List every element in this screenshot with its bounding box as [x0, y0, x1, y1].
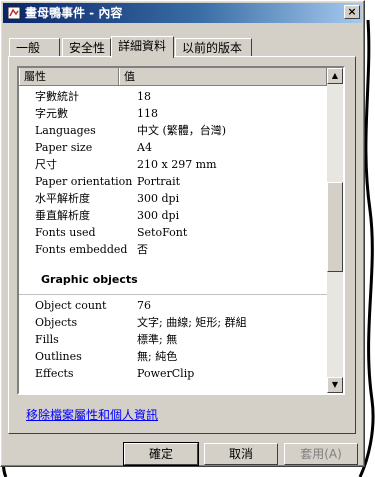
property-value: 18 [137, 90, 151, 103]
list-item[interactable]: 垂直解析度 300 dpi [19, 207, 327, 224]
tab-previous-versions[interactable]: 以前的版本 [175, 38, 252, 57]
property-name: 尺寸 [35, 158, 57, 171]
column-header-property[interactable]: 屬性 [19, 68, 119, 85]
property-value: 210 x 297 mm [137, 158, 217, 171]
section-divider [19, 294, 327, 295]
property-value: 76 [137, 299, 151, 312]
window-title: 畫母鴨事件 - 內容 [25, 6, 123, 20]
property-value: 中文 (繁體，台灣) [137, 124, 227, 137]
property-name: Fills [35, 333, 59, 346]
property-name: Effects [35, 367, 74, 380]
tab-security[interactable]: 安全性 [62, 38, 111, 57]
list-item[interactable]: Paper size A4 [19, 139, 327, 156]
title-bar[interactable]: 畫母鴨事件 - 內容 × [3, 3, 362, 23]
list-item[interactable]: Fills 標準; 無 [19, 331, 327, 348]
vertical-scrollbar[interactable]: ▲ ▼ [327, 68, 343, 393]
property-name: Fonts embedded [35, 243, 128, 256]
list-item[interactable]: 尺寸 210 x 297 mm [19, 156, 327, 173]
ok-button[interactable]: 確定 [123, 442, 199, 466]
property-name: 水平解析度 [35, 192, 90, 205]
section-heading-graphic-objects: Graphic objects [41, 273, 138, 286]
tab-details[interactable]: 詳細資料 [111, 36, 174, 58]
list-item[interactable]: Object count 76 [19, 297, 327, 314]
property-name: 字數統計 [35, 90, 79, 103]
property-value: PowerClip [137, 367, 195, 380]
close-button[interactable]: × [344, 5, 360, 19]
list-item[interactable]: 字數統計 18 [19, 88, 327, 105]
list-item[interactable]: 水平解析度 300 dpi [19, 190, 327, 207]
list-item[interactable]: Effects PowerClip [19, 365, 327, 382]
list-item[interactable]: Outlines 無; 純色 [19, 348, 327, 365]
property-value: SetoFont [137, 226, 188, 239]
document-icon [7, 6, 21, 20]
property-value: 文字; 曲線; 矩形; 群組 [137, 316, 247, 329]
list-item[interactable]: Fonts used SetoFont [19, 224, 327, 241]
property-name: Objects [35, 316, 78, 329]
property-name: Outlines [35, 350, 82, 363]
property-name: Object count [35, 299, 107, 312]
property-value: Portrait [137, 175, 181, 188]
property-name: Paper size [35, 141, 93, 154]
column-header-value[interactable]: 值 [119, 68, 327, 85]
cancel-button[interactable]: 取消 [204, 443, 278, 465]
list-item[interactable]: Objects 文字; 曲線; 矩形; 群組 [19, 314, 327, 331]
apply-button[interactable]: 套用(A) [284, 443, 358, 465]
property-value: 標準; 無 [137, 333, 178, 346]
property-value: 否 [137, 243, 148, 256]
remove-properties-link[interactable]: 移除檔案屬性和個人資訊 [26, 406, 158, 423]
property-name: Languages [35, 124, 96, 137]
property-name: 垂直解析度 [35, 209, 90, 222]
property-value: A4 [137, 141, 152, 154]
property-name: 字元數 [35, 107, 68, 120]
property-value: 118 [137, 107, 158, 120]
scroll-up-arrow-icon[interactable]: ▲ [327, 68, 343, 84]
list-item[interactable]: Languages 中文 (繁體，台灣) [19, 122, 327, 139]
property-list[interactable]: 屬性 值 字數統計 18 字元數 118 Languages 中文 (繁體，台灣) P… [17, 66, 345, 395]
property-name: Fonts used [35, 226, 96, 239]
list-item[interactable]: 字元數 118 [19, 105, 327, 122]
tab-general[interactable]: 一般 [9, 38, 60, 57]
property-name: Paper orientation [35, 175, 133, 188]
list-header: 屬性 值 [19, 68, 327, 86]
scroll-down-arrow-icon[interactable]: ▼ [327, 377, 343, 393]
list-item[interactable]: Paper orientation Portrait [19, 173, 327, 190]
property-value: 300 dpi [137, 192, 180, 205]
list-item[interactable]: Fonts embedded 否 [19, 241, 327, 258]
property-value: 300 dpi [137, 209, 180, 222]
property-value: 無; 純色 [137, 350, 178, 363]
scrollbar-thumb[interactable] [327, 182, 343, 272]
